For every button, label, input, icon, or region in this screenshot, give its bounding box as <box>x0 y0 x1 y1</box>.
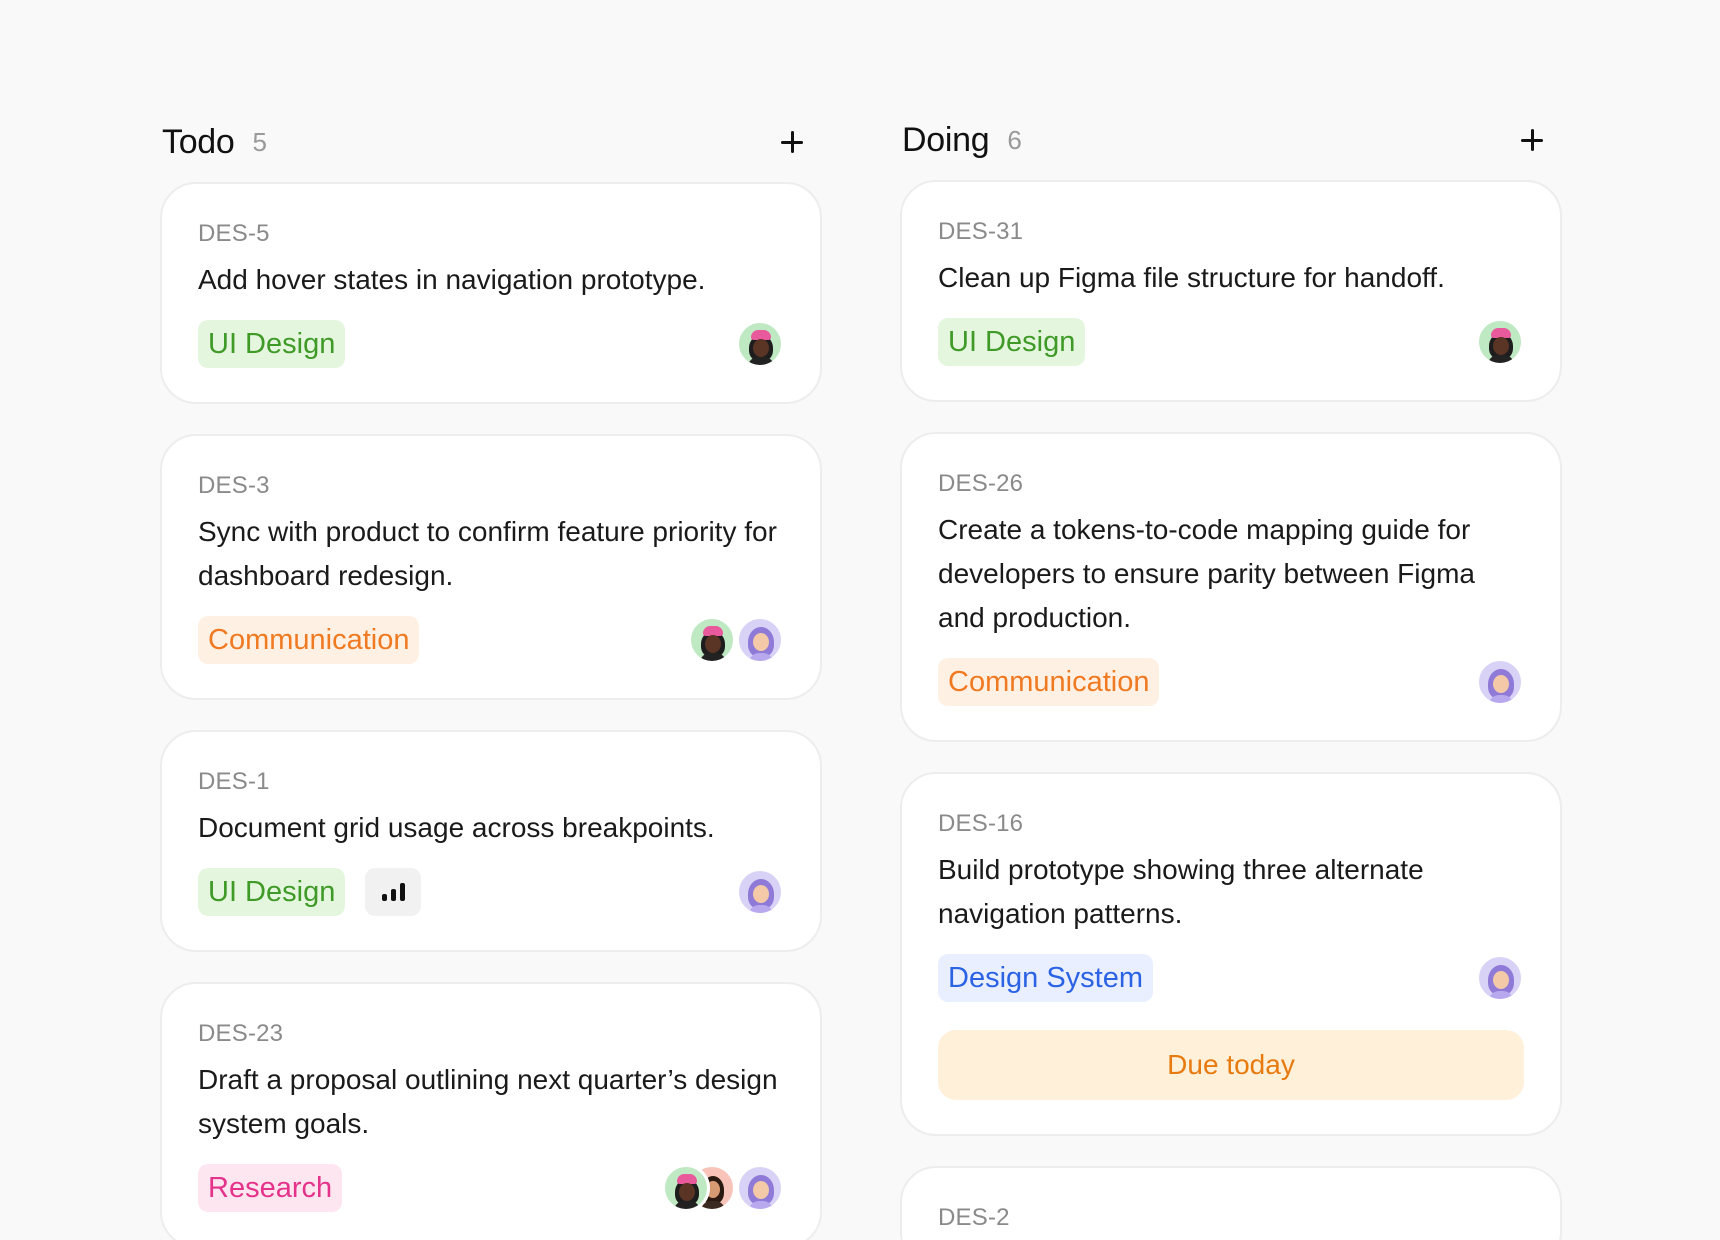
card-list-doing: DES-31 Clean up Figma file structure for… <box>900 180 1562 1240</box>
card-list-todo: DES-5 Add hover states in navigation pro… <box>160 182 822 1240</box>
avatar[interactable] <box>662 1164 710 1212</box>
tag-ui-design[interactable]: UI Design <box>198 320 346 368</box>
signal-bars-icon[interactable] <box>365 868 422 916</box>
tag-communication[interactable]: Communication <box>198 616 420 664</box>
add-card-button-todo[interactable] <box>774 124 810 160</box>
task-title: Sync with product to confirm feature pri… <box>198 516 777 591</box>
avatar[interactable] <box>736 1164 784 1212</box>
avatar[interactable] <box>1476 318 1524 366</box>
card-footer: Research <box>198 1164 784 1212</box>
kanban-board: Todo 5 DES-5 Add hover states in navigat… <box>0 0 1720 1240</box>
avatar[interactable] <box>1476 954 1524 1002</box>
avatar[interactable] <box>736 320 784 368</box>
task-card[interactable]: DES-31 Clean up Figma file structure for… <box>900 180 1562 402</box>
assignees <box>1476 954 1524 1002</box>
task-id: DES-16 <box>938 810 1024 837</box>
tag-design-system[interactable]: Design System <box>938 954 1154 1002</box>
task-title: Clean up Figma file structure for handof… <box>938 262 1445 293</box>
column-title: Todo <box>162 122 235 161</box>
column-doing: Doing 6 DES-31 Clean up Figma file struc… <box>900 116 1562 1240</box>
assignees <box>1476 658 1524 706</box>
task-card[interactable]: DES-23 Draft a proposal outlining next q… <box>160 982 822 1240</box>
avatar[interactable] <box>1476 658 1524 706</box>
task-id: DES-31 <box>938 218 1024 245</box>
assignees <box>736 868 784 916</box>
assignees <box>662 1164 784 1212</box>
avatar[interactable] <box>688 616 736 664</box>
add-card-button-doing[interactable] <box>1514 122 1550 158</box>
card-footer: Design System <box>938 954 1524 1002</box>
avatar[interactable] <box>736 616 784 664</box>
task-id: DES-26 <box>938 470 1024 497</box>
task-title: Build prototype showing three alternate … <box>938 854 1424 929</box>
task-id: DES-5 <box>198 220 270 247</box>
tag-ui-design[interactable]: UI Design <box>198 868 346 916</box>
card-footer: UI Design <box>198 868 784 916</box>
task-card[interactable]: DES-16 Build prototype showing three alt… <box>900 772 1562 1136</box>
column-header-doing: Doing 6 <box>900 116 1562 164</box>
card-footer: UI Design <box>938 318 1524 366</box>
avatar[interactable] <box>736 868 784 916</box>
task-card[interactable]: DES-1 Document grid usage across breakpo… <box>160 730 822 952</box>
column-todo: Todo 5 DES-5 Add hover states in navigat… <box>160 118 822 1240</box>
task-card[interactable]: DES-5 Add hover states in navigation pro… <box>160 182 822 404</box>
task-card[interactable]: DES-3 Sync with product to confirm featu… <box>160 434 822 700</box>
task-title: Document grid usage across breakpoints. <box>198 812 715 843</box>
task-title: Add hover states in navigation prototype… <box>198 264 706 295</box>
assignees <box>736 320 784 368</box>
task-id: DES-23 <box>198 1020 284 1047</box>
task-title: Create a tokens-to-code mapping guide fo… <box>938 514 1475 633</box>
tag-communication[interactable]: Communication <box>938 658 1160 706</box>
column-count: 5 <box>252 126 267 157</box>
card-footer: Communication <box>938 658 1524 706</box>
card-footer: UI Design <box>198 320 784 368</box>
task-id: DES-3 <box>198 472 270 499</box>
column-count: 6 <box>1007 124 1022 155</box>
task-id: DES-1 <box>198 768 270 795</box>
task-card[interactable]: DES-26 Create a tokens-to-code mapping g… <box>900 432 1562 742</box>
tag-ui-design[interactable]: UI Design <box>938 318 1086 366</box>
assignees <box>688 616 784 664</box>
tag-research[interactable]: Research <box>198 1164 343 1212</box>
task-title: Draft a proposal outlining next quarter’… <box>198 1064 778 1139</box>
column-title: Doing <box>902 120 990 159</box>
assignees <box>1476 318 1524 366</box>
column-header-todo: Todo 5 <box>160 118 822 166</box>
due-today-badge[interactable]: Due today <box>938 1030 1524 1100</box>
task-id: DES-2 <box>938 1204 1010 1231</box>
card-footer: Communication <box>198 616 784 664</box>
task-card[interactable]: DES-2 <box>900 1166 1562 1240</box>
